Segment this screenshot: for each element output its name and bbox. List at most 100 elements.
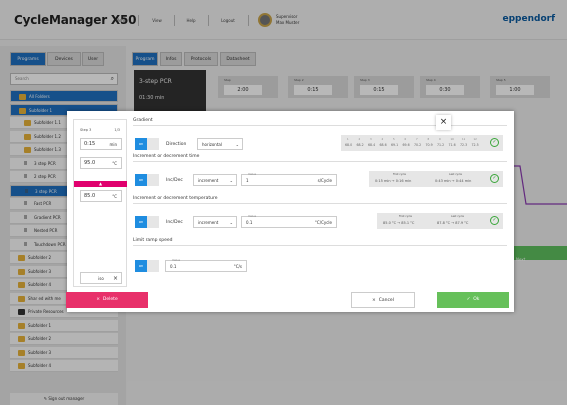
input-title: Value (248, 214, 257, 218)
direction-label: Direction (166, 142, 187, 147)
inc-time-select[interactable]: increment ⌄ (193, 174, 237, 186)
ok-button[interactable]: ✓ Ok (437, 292, 509, 308)
gradient-marker: ▲ (74, 181, 127, 187)
section-heading: Increment or decrement temperature (133, 196, 218, 201)
gradient-index: 3 (370, 138, 372, 141)
chevron-down-icon: ⌄ (229, 178, 233, 183)
inc-temp-input[interactable]: Value 0.1 °C/Cycle (241, 214, 337, 228)
gradient-index: 1 (347, 138, 349, 141)
gradient-value: 68.0 (345, 143, 353, 147)
gradient-value: 70.2 (414, 143, 422, 147)
step-options-dialog: Step 3 1/3 0:15 min 95.0 °C ▲ 85.0 °C is… (66, 111, 514, 312)
step-summary: Step 3 1/3 0:15 min 95.0 °C ▲ 85.0 °C is… (73, 119, 127, 287)
inc-temp-select-value: increment (198, 220, 219, 225)
ramp-toggle[interactable]: on (135, 260, 159, 272)
gradient-index: 8 (427, 138, 430, 141)
inc-temp-toggle[interactable]: on (135, 216, 159, 228)
direction-select[interactable]: horizontal ⌄ (197, 138, 243, 150)
section-heading: Gradient (133, 118, 153, 123)
check-icon: ✓ (490, 174, 499, 183)
check-icon: ✓ (490, 138, 499, 147)
chevron-down-icon: ⌄ (229, 220, 233, 225)
gradient-index: 6 (404, 138, 407, 141)
toggle-label: on (135, 216, 147, 228)
toggle-label: on (135, 174, 147, 186)
time-value: 0:15 (84, 141, 96, 147)
temperature-value-2: 85.0 (84, 193, 96, 199)
gradient-value: 68.2 (356, 143, 364, 147)
gradient-index: 7 (416, 138, 418, 141)
inc-temp-select[interactable]: increment ⌄ (193, 216, 237, 228)
gradient-index: 4 (381, 138, 384, 141)
section-heading: Limit ramp speed (133, 238, 173, 243)
close-icon: × (439, 117, 448, 127)
check-icon: ✓ (490, 216, 499, 225)
gradient-value: 69.1 (391, 143, 399, 147)
gradient-value: 72.3 (460, 143, 468, 147)
gradient-value: 71.6 (448, 143, 456, 147)
last-cycle-value: 87.8 °C → 87.9 °C (437, 221, 469, 225)
delete-label: Delete (102, 297, 118, 302)
first-cycle-value: 85.0 °C → 85.1 °C (383, 221, 415, 225)
gradient-index: 2 (358, 138, 361, 141)
last-cycle-label: Last cycle (449, 173, 462, 176)
gradient-value: 68.4 (368, 143, 376, 147)
section-heading: Increment or decrement time (133, 154, 200, 159)
inc-temp-unit: °C/Cycle (314, 220, 332, 225)
first-cycle-value: 0:15 min → 0:16 min (375, 179, 412, 183)
gradient-index: 10 (450, 138, 454, 141)
inc-temp-preview: First cycle 85.0 °C → 85.1 °C Last cycle… (377, 213, 503, 229)
inc-time-toggle[interactable]: on (135, 174, 159, 186)
cancel-button[interactable]: × Cancel (351, 292, 415, 308)
temperature-field-2[interactable]: 85.0 °C (80, 190, 122, 202)
iso-select-value: iso (98, 276, 104, 281)
inc-time-select-value: increment (198, 178, 219, 183)
input-title: Value (172, 258, 181, 262)
first-cycle-label: First cycle (399, 215, 412, 218)
toggle-label: on (135, 260, 147, 272)
close-icon: × (372, 298, 379, 303)
chevron-down-icon: ⌄ (235, 142, 239, 147)
gradient-value: 70.9 (425, 143, 433, 147)
inc-time-input[interactable]: Value 1 s/Cycle (241, 172, 337, 186)
last-cycle-label: Last cycle (451, 215, 464, 218)
ramp-unit: °C/s (233, 264, 242, 269)
input-title: Value (248, 172, 257, 176)
gradient-value: 71.2 (437, 143, 445, 147)
temperature-value: 95.0 (84, 160, 96, 166)
temperature-unit: °C (112, 161, 117, 166)
iso-select[interactable]: iso × (80, 272, 122, 284)
gradient-index: 5 (393, 138, 395, 141)
delete-button[interactable]: × Delete (66, 292, 148, 308)
temperature-field[interactable]: 95.0 °C (80, 157, 122, 169)
gradient-toggle[interactable]: on (135, 138, 159, 150)
direction-value: horizontal (202, 142, 222, 147)
inc-dec-label: Inc/Dec (166, 178, 183, 183)
gradient-index: 11 (462, 138, 466, 141)
inc-time-unit: s/Cycle (317, 178, 332, 183)
dialog-footer: × Delete × Cancel ✓ Ok (66, 292, 514, 312)
gradient-value: 69.6 (402, 143, 410, 147)
cancel-label: Cancel (378, 298, 394, 303)
step-count: 1/3 (114, 128, 120, 132)
inc-dec-label: Inc/Dec (166, 220, 183, 225)
gradient-value: 68.6 (379, 143, 387, 147)
first-cycle-label: First cycle (393, 173, 406, 176)
ramp-input[interactable]: Value 0.1 °C/s (165, 258, 247, 272)
last-cycle-value: 0:43 min → 0:44 min (435, 179, 472, 183)
step-label: Step 3 (80, 128, 92, 132)
temperature-unit-2: °C (112, 194, 117, 199)
time-field[interactable]: 0:15 min (80, 138, 122, 150)
inc-time-preview: First cycle 0:15 min → 0:16 min Last cyc… (369, 171, 503, 187)
time-unit: min (109, 142, 117, 147)
gradient-value: 72.5 (471, 143, 479, 147)
close-icon: × (96, 297, 103, 302)
close-icon[interactable]: × (113, 273, 118, 284)
toggle-label: on (135, 138, 147, 150)
gradient-index: 12 (473, 138, 477, 141)
gradient-index: 9 (439, 138, 441, 141)
app-window: CycleManager X50 Menu View Help Logout S… (0, 0, 567, 405)
gradient-values: ✓ 1 68.0 2 68.2 3 68.4 4 68.6 5 69.1 6 69.6 7 70.2 8 70… (341, 135, 503, 151)
ok-label: Ok (473, 297, 480, 302)
dialog-close-button[interactable]: × (436, 115, 451, 130)
